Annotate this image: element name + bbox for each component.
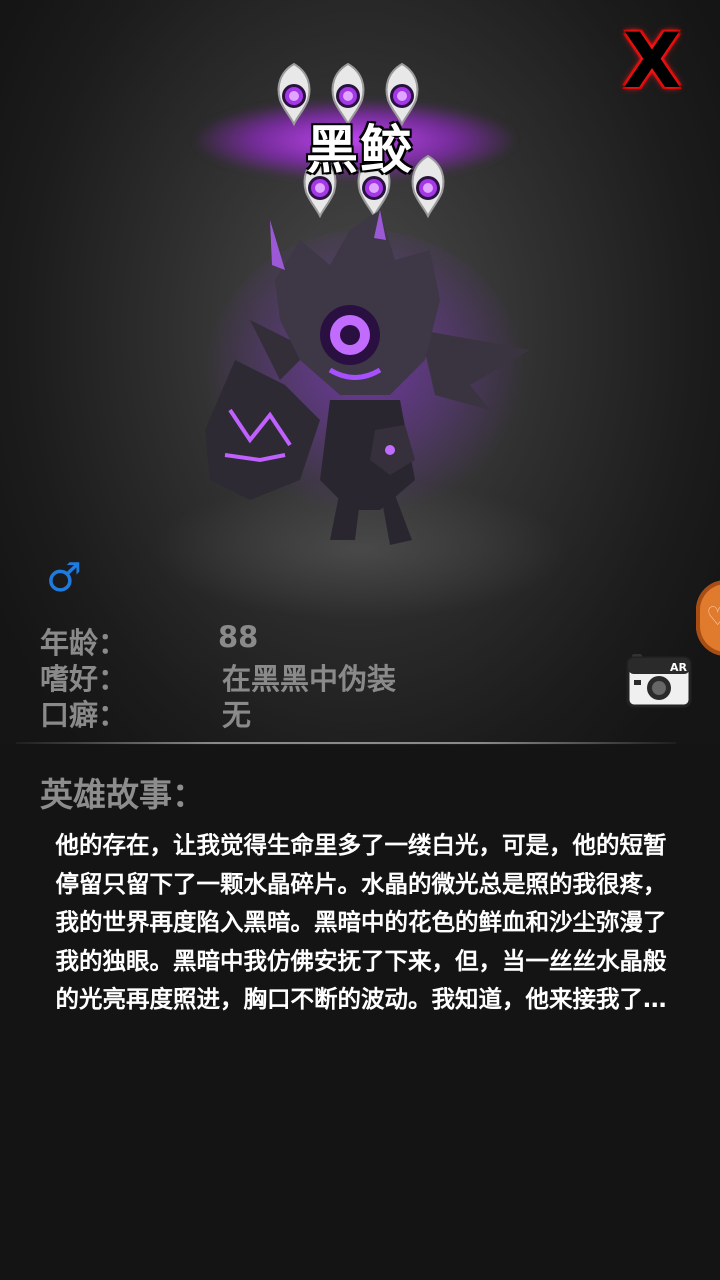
- catchphrase-label: 口癖：: [40, 698, 128, 732]
- story-text: 他的存在，让我觉得生命里多了一缕白光，可是，他的短暂停留只留下了一颗水晶碎片。水…: [55, 831, 667, 1013]
- close-button[interactable]: X: [612, 23, 692, 99]
- heart-icon: ♡: [706, 602, 720, 632]
- story-heading: 英雄故事：: [40, 775, 205, 814]
- hero-name: 黑鲛: [305, 121, 414, 181]
- age-value: 88: [218, 620, 259, 654]
- hero-model: [205, 210, 530, 545]
- section-divider: [16, 742, 676, 744]
- side-menu-button[interactable]: ♡: [696, 580, 720, 656]
- male-gender-icon: ♂: [46, 555, 82, 601]
- hero-showcase: 黑鲛 X ♂ 年龄： 88 嗜好： 在黑黑中伪装 口癖： 无 AR ♡: [0, 0, 720, 745]
- catchphrase-value: 无: [222, 698, 252, 732]
- ar-camera-button[interactable]: AR: [626, 650, 692, 708]
- ar-label: AR: [670, 661, 688, 674]
